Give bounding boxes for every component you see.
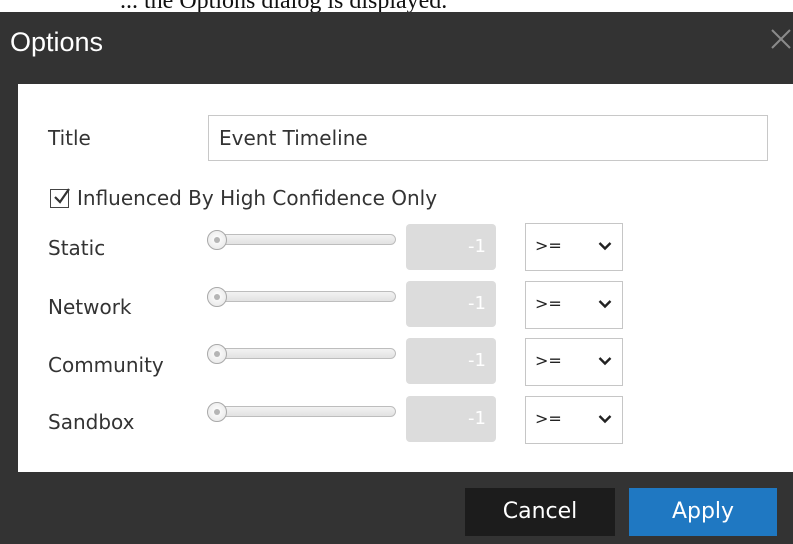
- static-operator-select[interactable]: >=: [525, 223, 623, 271]
- sandbox-value: -1: [406, 396, 496, 442]
- static-label: Static: [48, 236, 106, 260]
- static-operator-value: >=: [535, 236, 562, 255]
- chevron-down-icon: [598, 300, 612, 309]
- community-slider[interactable]: [207, 344, 396, 364]
- sandbox-operator-value: >=: [535, 409, 562, 428]
- network-value: -1: [406, 281, 496, 327]
- network-operator-select[interactable]: >=: [525, 281, 623, 329]
- checkmark-icon: [54, 187, 70, 204]
- sandbox-slider-handle[interactable]: [207, 402, 227, 422]
- dialog-content: Title Influenced By High Confidence Only…: [18, 84, 793, 472]
- cancel-button[interactable]: Cancel: [465, 488, 615, 536]
- community-operator-select[interactable]: >=: [525, 338, 623, 386]
- network-operator-value: >=: [535, 294, 562, 313]
- apply-button[interactable]: Apply: [629, 488, 777, 536]
- community-label: Community: [48, 353, 164, 377]
- chevron-down-icon: [598, 242, 612, 251]
- options-dialog: Options Title Influenced By High Confide…: [0, 12, 793, 544]
- community-operator-value: >=: [535, 351, 562, 370]
- dialog-footer: Cancel Apply: [0, 472, 793, 544]
- network-slider[interactable]: [207, 287, 396, 307]
- dialog-title: Options: [10, 27, 104, 57]
- close-icon[interactable]: [766, 24, 793, 54]
- high-confidence-row: Influenced By High Confidence Only: [50, 184, 437, 212]
- static-value: -1: [406, 224, 496, 270]
- high-confidence-checkbox[interactable]: [50, 187, 70, 208]
- network-label: Network: [48, 295, 132, 319]
- community-value: -1: [406, 338, 496, 384]
- sandbox-slider[interactable]: [207, 402, 396, 422]
- chevron-down-icon: [598, 357, 612, 366]
- chevron-down-icon: [598, 415, 612, 424]
- sandbox-label: Sandbox: [48, 410, 135, 434]
- title-label: Title: [48, 126, 91, 150]
- dialog-titlebar: Options: [0, 12, 793, 72]
- community-slider-handle[interactable]: [207, 344, 227, 364]
- static-slider[interactable]: [207, 230, 396, 250]
- static-slider-handle[interactable]: [207, 230, 227, 250]
- sandbox-operator-select[interactable]: >=: [525, 396, 623, 444]
- network-slider-handle[interactable]: [207, 287, 227, 307]
- title-input[interactable]: [208, 115, 768, 161]
- high-confidence-label: Influenced By High Confidence Only: [77, 186, 438, 210]
